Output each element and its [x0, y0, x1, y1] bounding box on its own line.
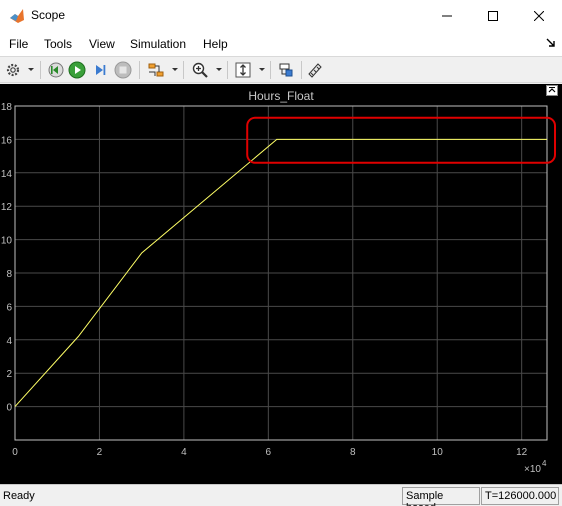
x-axis-multiplier: ×10: [524, 464, 541, 475]
cursor-measurements-icon: [308, 63, 322, 78]
gear-icon: [6, 63, 20, 77]
step-forward-icon: [96, 65, 106, 75]
stop-button[interactable]: [113, 60, 133, 80]
highlight-block-button[interactable]: [276, 60, 296, 80]
toolbar-separator: [40, 61, 41, 79]
menu-simulation[interactable]: Simulation: [130, 37, 186, 51]
matlab-icon: [10, 9, 24, 23]
close-icon: [534, 11, 544, 21]
zoom-dropdown-arrow[interactable]: [216, 68, 222, 71]
menu-bar: File Tools View Simulation Help: [0, 32, 562, 56]
close-button[interactable]: [516, 0, 562, 32]
x-tick-label: 8: [350, 447, 356, 458]
menu-view[interactable]: View: [89, 37, 115, 51]
x-tick-label: 12: [516, 447, 528, 458]
minimize-icon: [442, 15, 452, 17]
menu-tools[interactable]: Tools: [44, 37, 72, 51]
x-tick-label: 4: [181, 447, 187, 458]
run-button[interactable]: [67, 60, 87, 80]
step-back-icon: [48, 62, 64, 78]
signal-select-button[interactable]: [146, 60, 166, 80]
autoscale-icon: [235, 62, 251, 78]
highlight-simulink-block-icon: [279, 63, 293, 77]
x-tick-label: 2: [97, 447, 103, 458]
toolbar-separator: [183, 61, 184, 79]
simulation-time-indicator: T=126000.000: [481, 487, 559, 505]
zoom-button[interactable]: [190, 60, 210, 80]
toolbar-separator: [227, 61, 228, 79]
highlight-annotation-rectangle: [246, 116, 556, 164]
x-tick-label: 10: [432, 447, 444, 458]
toolbar-separator: [270, 61, 271, 79]
y-tick-label: 16: [1, 135, 13, 146]
cursor-measurements-button[interactable]: [305, 60, 325, 80]
maximize-icon: [488, 11, 498, 21]
y-tick-label: 18: [1, 102, 13, 113]
toolbar-separator: [139, 61, 140, 79]
settings-button[interactable]: [4, 60, 22, 80]
step-forward-button[interactable]: [90, 60, 110, 80]
maximize-button[interactable]: [470, 0, 516, 32]
menu-help[interactable]: Help: [203, 37, 228, 51]
toolbar-separator: [301, 61, 302, 79]
x-tick-label: 6: [266, 447, 272, 458]
signal-select-dropdown-arrow[interactable]: [172, 68, 178, 71]
sample-mode-indicator: Sample based: [402, 487, 480, 506]
toolbar: [0, 56, 562, 83]
minimize-button[interactable]: [424, 0, 470, 32]
signal-select-icon: [148, 63, 164, 77]
y-tick-label: 10: [1, 236, 13, 247]
x-axis-multiplier-exponent: 4: [542, 459, 547, 468]
y-tick-label: 6: [6, 302, 12, 313]
scope-chart[interactable]: 0 2 4 6 8 10 12 14 16 18 0 2 4 6 8 10 12 ×10 4: [0, 84, 562, 484]
y-tick-label: 12: [1, 202, 13, 213]
settings-dropdown-arrow[interactable]: [28, 68, 34, 71]
window-title: Scope: [31, 8, 66, 22]
autoscale-button[interactable]: [233, 60, 253, 80]
status-bar: Ready Sample based T=126000.000: [0, 484, 562, 506]
x-tick-label: 0: [12, 447, 18, 458]
title-bar: Scope: [0, 0, 562, 32]
dock-arrow-icon[interactable]: [546, 38, 556, 48]
y-tick-label: 8: [6, 269, 12, 280]
status-ready-text: Ready: [3, 490, 35, 502]
stop-icon: [114, 61, 132, 79]
run-icon: [68, 61, 86, 79]
menu-file[interactable]: File: [9, 37, 28, 51]
autoscale-dropdown-arrow[interactable]: [259, 68, 265, 71]
y-tick-label: 0: [6, 403, 12, 414]
y-tick-label: 4: [6, 336, 12, 347]
y-tick-label: 14: [1, 169, 13, 180]
step-back-button[interactable]: [46, 60, 66, 80]
zoom-icon: [192, 62, 208, 78]
y-tick-label: 2: [6, 369, 12, 380]
